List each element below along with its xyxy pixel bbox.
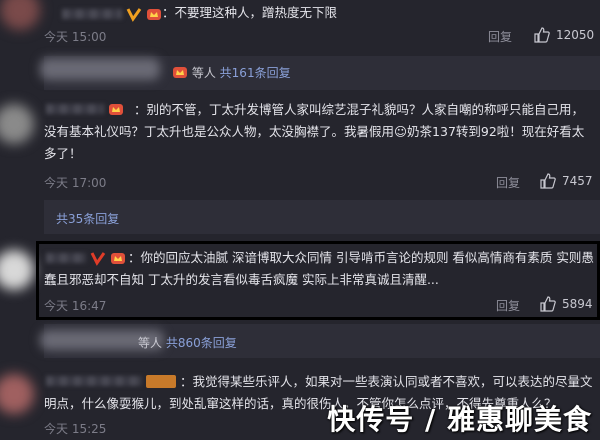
sub-replies-label: 等人: [191, 66, 216, 80]
sub-replies-count: 共860条回复: [165, 336, 237, 350]
sub-replies-panel: [44, 200, 600, 234]
like-button[interactable]: 5894: [540, 296, 593, 312]
sub-replies-label: 等人: [138, 336, 163, 350]
reply-button[interactable]: 回复: [496, 297, 520, 314]
thumbs-up-icon: [540, 173, 556, 189]
reply-avatars: [40, 58, 160, 80]
reply-button[interactable]: 回复: [496, 174, 520, 191]
like-count: 12050: [556, 28, 595, 42]
like-button[interactable]: 12050: [534, 27, 594, 43]
vip-crown-icon: [146, 9, 161, 20]
sub-replies-count: 共161条回复: [219, 66, 291, 80]
watermark: 快传号 / 雅惠聊美食: [327, 403, 592, 436]
comment-time: 今天 17:00: [44, 176, 107, 190]
vip-crown-icon: [173, 67, 187, 78]
sub-replies-link[interactable]: 共35条回复: [56, 210, 119, 227]
avatar[interactable]: [0, 0, 40, 30]
sub-replies-link[interactable]: 等人 共860条回复: [138, 334, 237, 351]
avatar[interactable]: [0, 374, 34, 414]
sub-replies-link[interactable]: 等人 共161条回复: [172, 64, 291, 81]
thumbs-up-icon: [540, 296, 556, 312]
like-count: 7457: [562, 174, 593, 188]
comment-text: ：你的回应太油腻 深谙博取大众同情 引导啃币言论的规则 看似高情商有素质 实则愚…: [44, 250, 594, 287]
reply-button[interactable]: 回复: [488, 28, 512, 45]
comment-time: 今天 16:47: [44, 299, 107, 313]
comment-time: 今天 15:25: [44, 422, 107, 436]
comment-text: ：不要理这种人，蹭热度无下限: [162, 5, 338, 20]
avatar[interactable]: [0, 250, 34, 290]
verified-icon: [126, 8, 142, 22]
avatar[interactable]: [0, 104, 34, 144]
comment-time: 今天 15:00: [44, 30, 107, 44]
comment-text: ：别的不管，丁太升发博管人家叫综艺混子礼貌吗？人家自嘲的称呼只能自己用，没有基本…: [44, 102, 585, 161]
comment-author[interactable]: [62, 6, 162, 22]
thumbs-up-icon: [534, 27, 550, 43]
like-button[interactable]: 7457: [540, 173, 593, 189]
like-count: 5894: [562, 297, 593, 311]
